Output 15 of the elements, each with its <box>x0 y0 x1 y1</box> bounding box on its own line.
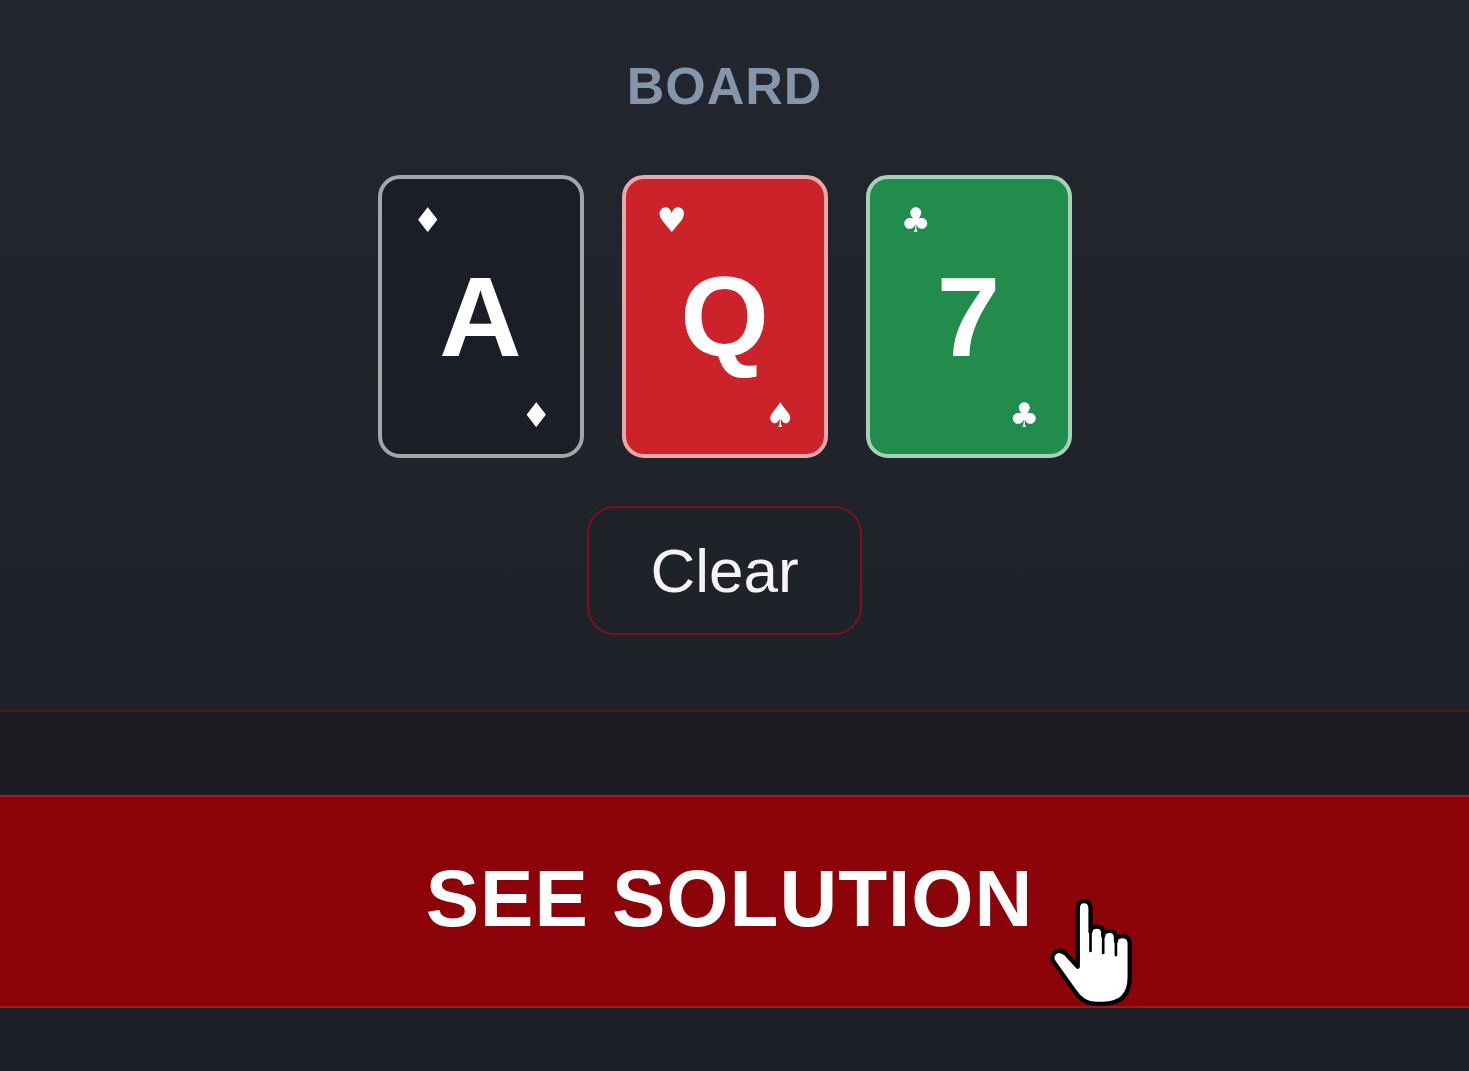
suit-symbol: ♥ <box>656 203 687 237</box>
suit-symbol: ♦ <box>521 398 552 432</box>
see-solution-button[interactable]: SEE SOLUTION <box>0 795 1469 1008</box>
playing-card[interactable]: ♣ 7 ♣ <box>865 175 1072 458</box>
card-rank: 7 <box>936 259 1001 374</box>
card-rank: A <box>439 259 522 374</box>
playing-card[interactable]: ♦ A ♦ <box>377 175 584 458</box>
suit-symbol: ♣ <box>1009 398 1040 432</box>
clear-button[interactable]: Clear <box>587 506 862 635</box>
suit-symbol: ♠ <box>765 398 796 432</box>
board-heading: BOARD <box>626 56 823 116</box>
suit-symbol: ♦ <box>412 203 443 237</box>
suit-symbol: ♣ <box>900 203 931 237</box>
hand-cursor-icon <box>1048 899 1133 1007</box>
playing-card[interactable]: ♥ Q ♠ <box>621 175 828 458</box>
